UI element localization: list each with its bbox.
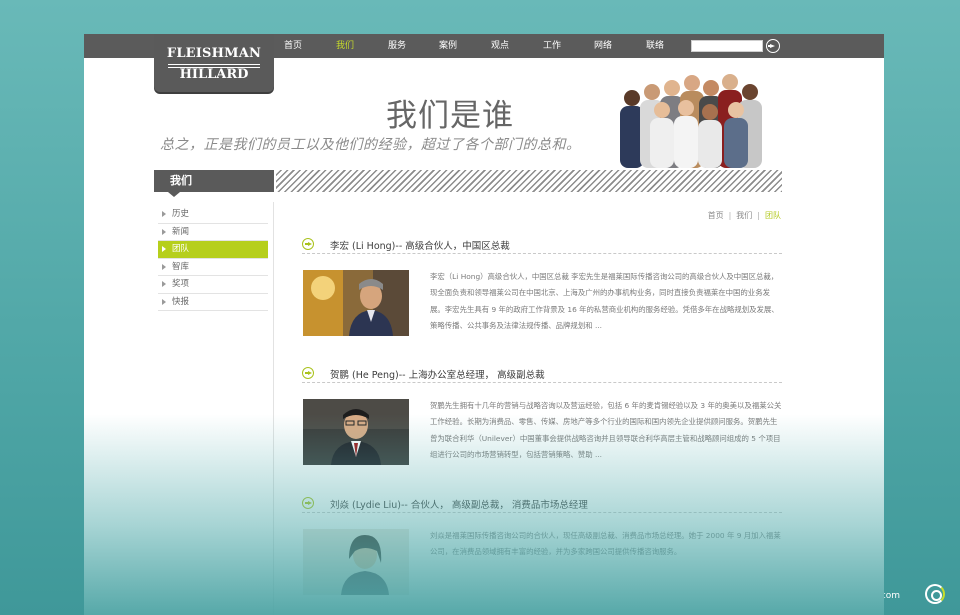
- logo-wordmark-top: FLEISHMAN: [166, 46, 262, 61]
- sidebar-item-bulletin[interactable]: 快报: [158, 294, 268, 311]
- nav-about[interactable]: 我们: [336, 34, 354, 58]
- portrait-photo[interactable]: [303, 399, 409, 465]
- watermark: © ribo-ad.com: [833, 591, 900, 601]
- breadcrumb-current: 团队: [765, 211, 781, 220]
- section-tab: 我们: [154, 170, 274, 192]
- sidebar-item-label: 历史: [172, 209, 190, 219]
- chevron-right-icon: [162, 211, 166, 217]
- entry-title-link[interactable]: 刘焱 (Lydie Liu)-- 合伙人， 高级副总裁， 消费品市场总经理: [330, 497, 588, 511]
- chevron-right-icon: [162, 281, 166, 287]
- entry-title-link[interactable]: 贺鹏 (He Peng)-- 上海办公室总经理， 高级副总裁: [330, 367, 545, 381]
- breadcrumb: 首页 | 我们 | 团队: [708, 210, 781, 221]
- sidebar-item-news[interactable]: 新闻: [158, 224, 268, 241]
- breadcrumb-separator: |: [757, 211, 760, 220]
- entry-header: 贺鹏 (He Peng)-- 上海办公室总经理， 高级副总裁: [302, 365, 782, 383]
- entry-header: 李宏 (Li Hong)-- 高级合伙人，中国区总裁: [302, 236, 782, 254]
- watermark-logo-icon: [925, 584, 945, 604]
- page-container: 首页 我们 服务 案例 观点 工作 网络 联络 FLEISHMAN HILLAR…: [84, 34, 884, 615]
- entry-header: 刘焱 (Lydie Liu)-- 合伙人， 高级副总裁， 消费品市场总经理: [302, 495, 782, 513]
- nav-cases[interactable]: 案例: [439, 34, 457, 58]
- decorative-stripes: [276, 170, 782, 192]
- nav-home[interactable]: 首页: [284, 34, 302, 58]
- logo[interactable]: FLEISHMAN HILLARD: [154, 34, 274, 92]
- team-entry: 李宏 (Li Hong)-- 高级合伙人，中国区总裁 李宏（Li Hong）高级…: [302, 236, 782, 336]
- team-entry: 刘焱 (Lydie Liu)-- 合伙人， 高级副总裁， 消费品市场总经理 刘焱…: [302, 495, 782, 595]
- sidebar-item-label: 智库: [172, 261, 190, 272]
- arrow-right-circle-icon: [302, 367, 314, 379]
- sidebar-item-awards[interactable]: 奖项: [158, 276, 268, 294]
- sidebar-divider: [273, 202, 274, 615]
- nav-services[interactable]: 服务: [388, 34, 406, 58]
- page-title: 我们是谁: [386, 98, 514, 134]
- team-entry: 贺鹏 (He Peng)-- 上海办公室总经理， 高级副总裁 贺鹏先生拥有十几年…: [302, 365, 782, 465]
- chevron-right-icon: [162, 298, 166, 305]
- nav-network[interactable]: 网络: [594, 34, 612, 58]
- nav-careers[interactable]: 工作: [543, 34, 561, 58]
- search-go-icon[interactable]: [766, 39, 780, 53]
- arrow-right-circle-icon: [302, 238, 314, 250]
- sidebar-item-history[interactable]: 历史: [158, 206, 268, 224]
- sidebar-item-label: 快报: [172, 296, 190, 307]
- sidebar-nav: 历史 新闻 团队 智库 奖项 快报: [158, 206, 268, 311]
- chevron-right-icon: [162, 228, 166, 235]
- breadcrumb-separator: |: [728, 211, 732, 220]
- chevron-right-icon: [162, 263, 166, 270]
- entry-description: 贺鹏先生拥有十几年的营销与战略咨询以及营运经验，包括 6 年的麦肯锡经验以及 3…: [430, 401, 782, 460]
- nav-insights[interactable]: 观点: [491, 34, 509, 58]
- sidebar-item-team[interactable]: 团队: [158, 241, 268, 259]
- portrait-photo[interactable]: [303, 270, 409, 336]
- entry-description: 刘焱是福莱国际传播咨询公司的合伙人，现任高级副总裁、消费品市场总经理。她于 20…: [430, 531, 781, 557]
- sidebar-item-label: 新闻: [172, 226, 190, 237]
- portrait-photo[interactable]: [303, 529, 409, 595]
- sidebar-item-label: 奖项: [172, 279, 190, 289]
- section-tab-pointer: [168, 192, 180, 197]
- sidebar-item-think-tank[interactable]: 智库: [158, 259, 268, 276]
- entry-title-link[interactable]: 李宏 (Li Hong)-- 高级合伙人，中国区总裁: [330, 238, 510, 252]
- sidebar-item-label: 团队: [172, 244, 190, 254]
- breadcrumb-home[interactable]: 首页: [708, 211, 724, 220]
- team-photo: [610, 68, 770, 168]
- logo-wordmark-bottom: HILLARD: [179, 67, 249, 82]
- chevron-right-icon: [162, 246, 166, 252]
- arrow-right-circle-icon: [302, 497, 314, 509]
- page-subtitle: 总之，正是我们的员工以及他们的经验，超过了各个部门的总和。: [160, 137, 581, 153]
- search-input[interactable]: [691, 40, 763, 52]
- entry-description: 李宏（Li Hong）高级合伙人，中国区总裁 李宏先生是福莱国际传播咨询公司的高…: [430, 272, 779, 331]
- breadcrumb-parent[interactable]: 我们: [736, 211, 752, 220]
- nav-contact[interactable]: 联络: [646, 34, 664, 58]
